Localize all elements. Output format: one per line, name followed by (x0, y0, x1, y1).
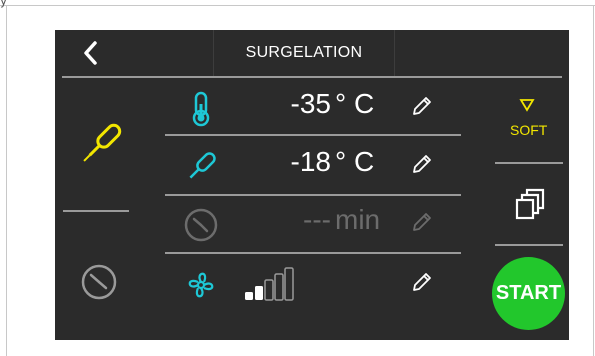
probe-value[interactable]: -18 (261, 146, 331, 178)
edit-pencil-icon[interactable] (410, 270, 434, 294)
time-value: --- (303, 204, 331, 235)
window-top-border (0, 5, 595, 6)
time-unit: min (335, 204, 381, 235)
row-divider (165, 252, 461, 254)
hmi-screen: SURGELATION -35 ° C -18 ° C --- min SOFT… (55, 30, 569, 340)
row-fan-speed (165, 256, 455, 312)
fan-icon (188, 272, 214, 298)
header-divider (62, 76, 562, 78)
edit-pencil-icon[interactable] (410, 152, 434, 176)
header: SURGELATION (55, 30, 569, 76)
probe-icon (83, 123, 122, 162)
soft-label: SOFT (510, 122, 548, 138)
edit-pencil-icon (413, 213, 431, 231)
probe-unit: ° C (335, 146, 375, 177)
temperature-unit: ° C (335, 88, 375, 119)
row-time: --- min (165, 196, 455, 252)
triangle-down-icon (519, 99, 535, 112)
mode-probe-button[interactable] (71, 114, 131, 174)
window-left-border (6, 5, 7, 356)
thermometer-icon (192, 91, 210, 127)
back-button[interactable] (77, 38, 107, 68)
edit-pencil-icon[interactable] (410, 94, 434, 118)
chevron-left-icon (84, 41, 97, 65)
fan-level-bar (255, 286, 263, 300)
layers-icon (515, 188, 545, 220)
row-probe-temperature: -18 ° C (165, 138, 455, 194)
corner-text-fragment: y (0, 0, 8, 8)
left-divider (63, 210, 129, 212)
fan-level-bar (274, 273, 284, 301)
row-chamber-temperature: -35 ° C (165, 80, 455, 136)
timer-icon (184, 208, 218, 242)
mode-timer-button[interactable] (77, 260, 121, 304)
fan-level-bar (284, 267, 294, 301)
right-divider (495, 162, 563, 164)
probe-icon (189, 152, 216, 179)
right-divider (495, 244, 563, 246)
fan-level-bar (245, 292, 253, 300)
copy-button[interactable] (513, 188, 547, 222)
window-right-border (593, 5, 594, 356)
fan-speed-indicator[interactable] (243, 266, 323, 302)
timer-icon (81, 264, 117, 300)
temperature-value[interactable]: -35 (261, 88, 331, 120)
row-divider (165, 134, 461, 136)
page-title: SURGELATION (213, 30, 395, 76)
fan-level-bar (264, 279, 274, 301)
start-button[interactable]: START (492, 257, 565, 330)
